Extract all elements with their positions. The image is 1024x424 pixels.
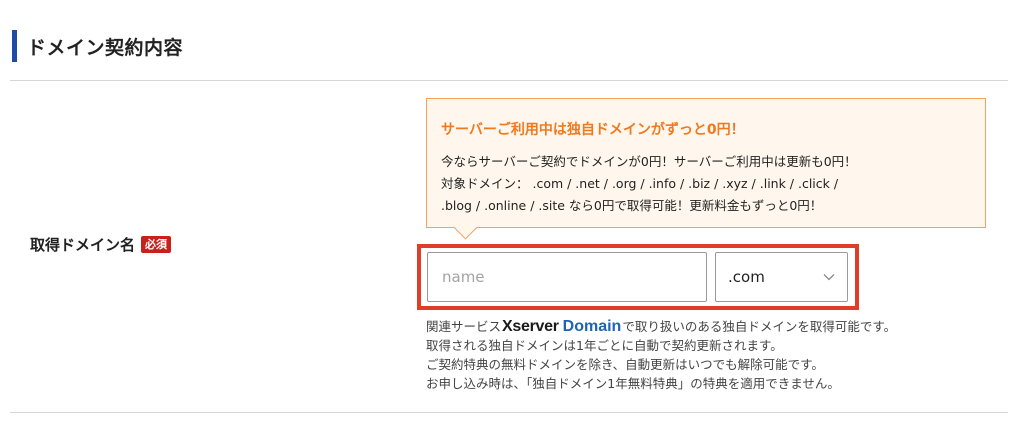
note-line: ご契約特典の無料ドメインを除き、自動更新はいつでも解除可能です。 — [426, 357, 824, 372]
tld-selected-value: .com — [728, 268, 765, 286]
divider-top — [10, 80, 1008, 81]
section-accent-bar — [12, 30, 17, 62]
promo-callout: サーバーご利用中は独自ドメインがずっと0円！ 今ならサーバーご契約でドメインが0… — [426, 98, 986, 228]
promo-line: 今ならサーバーご契約でドメインが0円！サーバーご利用中は更新も0円！ — [441, 154, 857, 169]
promo-line: .blog / .online / .site なら0円で取得可能！更新料金もず… — [441, 198, 823, 213]
note-line: お申し込み時は、「独自ドメイン1年無料特典」の特典を適用できません。 — [426, 376, 840, 391]
field-label: 取得ドメイン名 必須 — [30, 234, 172, 255]
divider-bottom — [10, 412, 1008, 413]
note-suffix: で取り扱いのある独自ドメインを取得可能です。 — [622, 319, 897, 334]
note-prefix: 関連サービス — [426, 319, 502, 334]
domain-name-input[interactable] — [427, 252, 707, 302]
promo-title: サーバーご利用中は独自ドメインがずっと0円！ — [441, 122, 745, 138]
note-line: 関連サービス Xserver Domain で取り扱いのある独自ドメインを取得可… — [426, 317, 896, 336]
logo-word-domain: Domain — [562, 318, 622, 335]
section-header: ドメイン契約内容 — [12, 28, 183, 64]
promo-line: 対象ドメイン： .com / .net / .org / .info / .bi… — [441, 176, 839, 191]
tld-select[interactable]: .com — [715, 252, 848, 302]
xserver-domain-logo: Xserver Domain — [502, 317, 621, 336]
chevron-down-icon — [823, 274, 835, 281]
section-title: ドメイン契約内容 — [27, 36, 184, 59]
field-label-text: 取得ドメイン名 — [30, 236, 136, 254]
note-line: 取得される独自ドメインは1年ごとに自動で契約更新されます。 — [426, 338, 783, 353]
required-badge: 必須 — [141, 236, 172, 253]
notes: 関連サービス Xserver Domain で取り扱いのある独自ドメインを取得可… — [426, 317, 896, 393]
logo-word-xserver: Xserver — [502, 318, 559, 335]
